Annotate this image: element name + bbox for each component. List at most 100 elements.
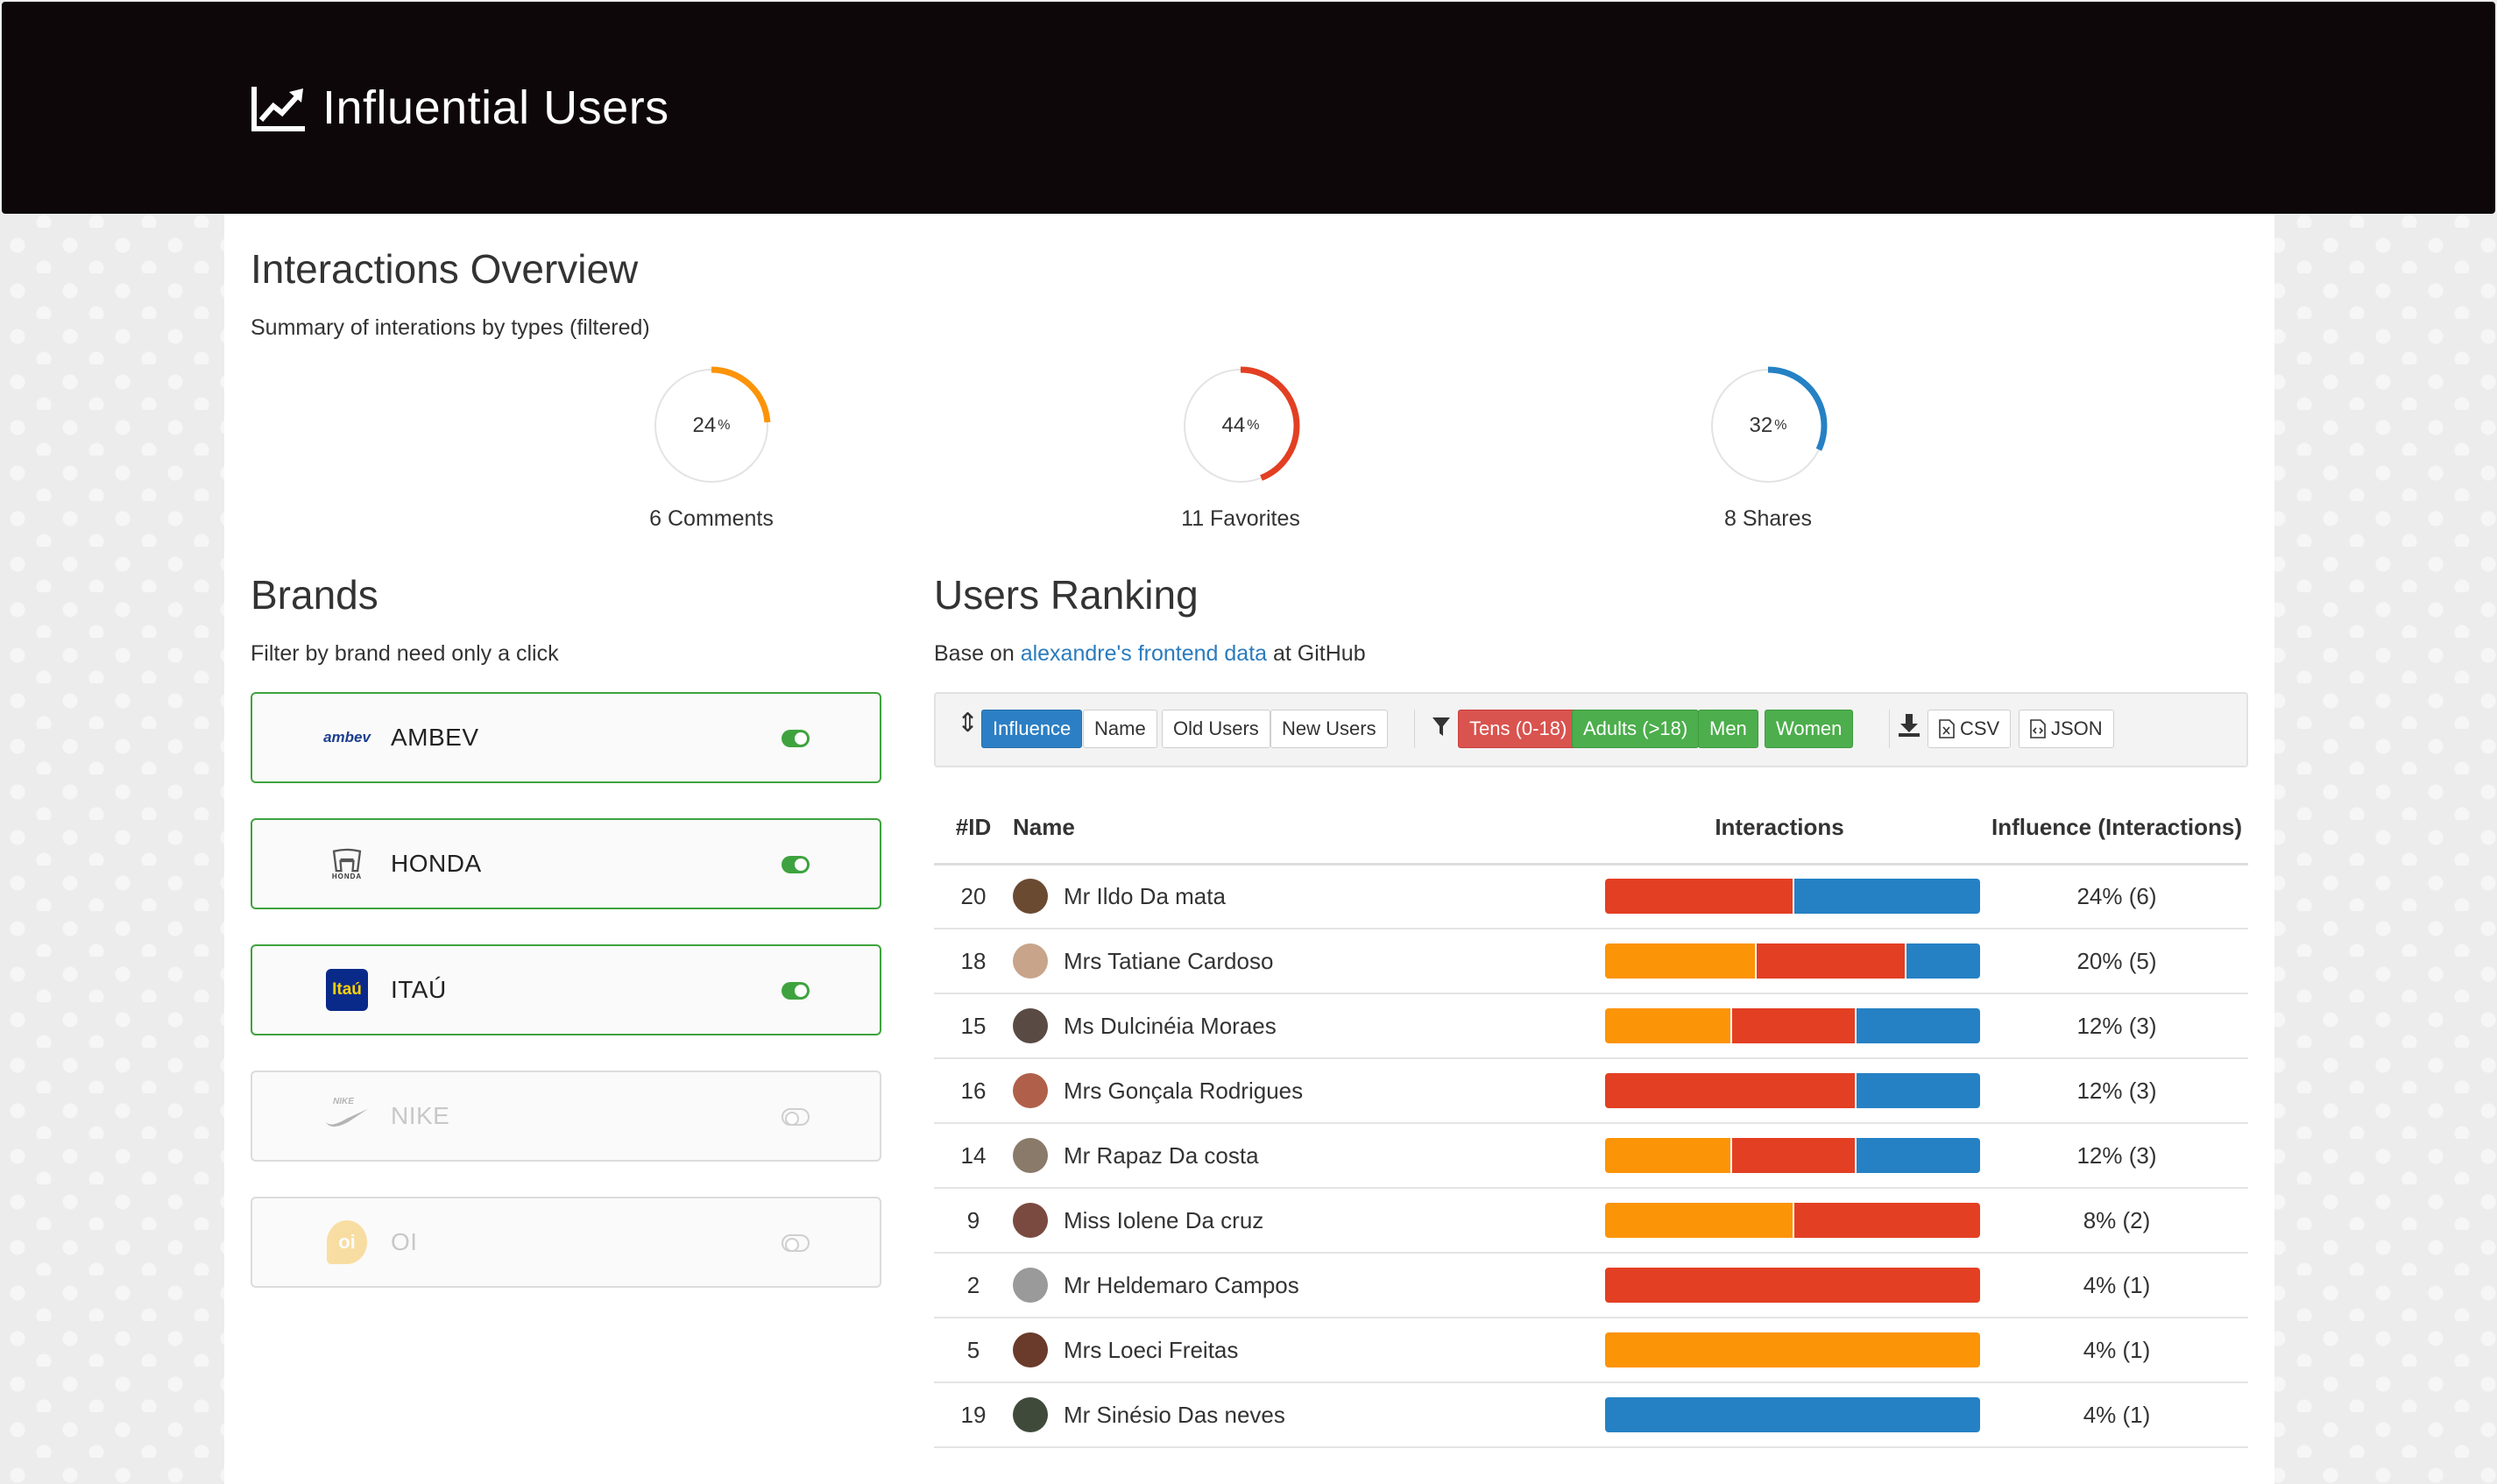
filter-adults-button[interactable]: Adults (>18) <box>1572 710 1700 748</box>
user-avatar <box>1013 1073 1048 1108</box>
bar-segment-comments <box>1605 943 1756 979</box>
ranking-subtitle: Base on alexandre's frontend data at Git… <box>934 641 1366 667</box>
col-influence-header[interactable]: Influence (Interactions) <box>1985 792 2248 866</box>
bar-segment-comments <box>1605 1332 1980 1367</box>
ranking-title: Users Ranking <box>934 572 1199 618</box>
table-row[interactable]: 5 Mrs Loeci Freitas 4% (1) <box>934 1318 2248 1383</box>
sort-name-button[interactable]: Name <box>1083 710 1157 748</box>
table-row[interactable]: 18 Mrs Tatiane Cardoso 20% (5) <box>934 929 2248 994</box>
cell-id: 2 <box>934 1253 1013 1318</box>
bar-segment-favorites <box>1605 879 1793 915</box>
cell-name: Mr Heldemaro Campos <box>1013 1253 1574 1318</box>
interactions-bar <box>1605 1332 1980 1367</box>
cell-interactions <box>1574 1253 1985 1318</box>
bar-segment-favorites <box>1605 1073 1856 1108</box>
user-avatar <box>1013 1203 1048 1238</box>
col-name-header[interactable]: Name <box>1013 792 1574 866</box>
cell-influence: 12% (3) <box>1985 1123 2248 1189</box>
export-json-button[interactable]: JSON <box>2019 710 2114 748</box>
user-avatar <box>1013 1397 1048 1432</box>
gauge-percent: 44% <box>1221 413 1260 437</box>
user-name: Mr Ildo Da mata <box>1064 882 1226 909</box>
cell-interactions <box>1574 1058 1985 1124</box>
user-name: Mr Heldemaro Campos <box>1064 1271 1299 1298</box>
sort-influence-button[interactable]: Influence <box>981 710 1083 748</box>
user-name: Mr Sinésio Das neves <box>1064 1401 1285 1428</box>
brand-card-nike[interactable]: NIKE NIKE <box>251 1071 881 1162</box>
filter-men-button[interactable]: Men <box>1698 710 1758 748</box>
cell-interactions <box>1574 864 1985 929</box>
filter-tens-button[interactable]: Tens (0-18) <box>1458 710 1579 748</box>
table-row[interactable]: 19 Mr Sinésio Das neves 4% (1) <box>934 1382 2248 1448</box>
cell-influence: 24% (6) <box>1985 864 2248 929</box>
table-row[interactable]: 14 Mr Rapaz Da costa 12% (3) <box>934 1123 2248 1189</box>
table-row[interactable]: 16 Mrs Gonçala Rodrigues 12% (3) <box>934 1058 2248 1124</box>
itau-logo: Itaú <box>321 967 373 1013</box>
brand-name: ITAÚ <box>391 976 447 1003</box>
interactions-bar <box>1605 1268 1980 1303</box>
table-row[interactable]: 15 Ms Dulcinéia Moraes 12% (3) <box>934 993 2248 1059</box>
brand-card-honda[interactable]: HONDA HONDA <box>251 818 881 909</box>
overview-title: Interactions Overview <box>251 246 639 292</box>
gauge-percent: 24% <box>692 413 731 437</box>
cell-name: Miss Iolene Da cruz <box>1013 1188 1574 1254</box>
brands-title: Brands <box>251 572 378 618</box>
brand-toggle[interactable] <box>782 982 810 1000</box>
interactions-bar <box>1605 1397 1980 1432</box>
user-name: Mr Rapaz Da costa <box>1064 1141 1259 1169</box>
frontend-data-link[interactable]: alexandre's frontend data <box>1021 641 1267 666</box>
brand-name: HONDA <box>391 850 482 877</box>
cell-id: 15 <box>934 993 1013 1059</box>
gauge-comments: 24% <box>650 364 773 487</box>
brand-toggle[interactable] <box>782 856 810 873</box>
sort-new-users-button[interactable]: New Users <box>1270 710 1388 748</box>
top-bar: Influential Users <box>2 2 2495 214</box>
cell-interactions <box>1574 993 1985 1059</box>
ranking-toolbar: ⇕ Influence Name Old Users New Users Ten… <box>934 692 2248 767</box>
honda-h-icon <box>332 848 362 872</box>
table-row[interactable]: 2 Mr Heldemaro Campos 4% (1) <box>934 1253 2248 1318</box>
export-csv-label: CSV <box>1960 717 2000 739</box>
cell-name: Mr Sinésio Das neves <box>1013 1382 1574 1448</box>
honda-logo: HONDA <box>321 841 373 887</box>
brand-toggle[interactable] <box>782 730 810 747</box>
cell-interactions <box>1574 1188 1985 1254</box>
brand-card-oi[interactable]: oi OI <box>251 1197 881 1288</box>
col-id-header[interactable]: #ID <box>934 792 1013 866</box>
gauge-label-shares: 8 Shares <box>1723 506 1813 531</box>
sort-old-users-button[interactable]: Old Users <box>1162 710 1270 748</box>
cell-name: Ms Dulcinéia Moraes <box>1013 993 1574 1059</box>
download-icon <box>1899 714 1920 737</box>
brand-card-ambev[interactable]: ambev AMBEV <box>251 692 881 783</box>
cell-interactions <box>1574 929 1985 994</box>
export-csv-button[interactable]: CSV <box>1928 710 2012 748</box>
user-avatar <box>1013 1268 1048 1303</box>
bar-segment-favorites <box>1730 1138 1856 1173</box>
brand-name: NIKE <box>391 1102 450 1129</box>
brand-toggle[interactable] <box>782 1108 810 1126</box>
brand-card-itau[interactable]: Itaú ITAÚ <box>251 944 881 1035</box>
bar-segment-favorites <box>1605 1268 1980 1303</box>
table-row[interactable]: 9 Miss Iolene Da cruz 8% (2) <box>934 1188 2248 1254</box>
user-avatar <box>1013 1138 1048 1173</box>
bar-segment-shares <box>1855 1138 1980 1173</box>
table-row[interactable]: 20 Mr Ildo Da mata 24% (6) <box>934 864 2248 929</box>
filter-icon <box>1432 717 1450 736</box>
bar-segment-shares <box>1855 1073 1980 1108</box>
filter-women-button[interactable]: Women <box>1765 710 1854 748</box>
col-interactions-header[interactable]: Interactions <box>1574 792 1985 866</box>
brand-toggle[interactable] <box>782 1234 810 1252</box>
bar-segment-shares <box>1855 1008 1980 1043</box>
user-avatar <box>1013 879 1048 915</box>
interactions-bar <box>1605 1073 1980 1108</box>
cell-influence: 20% (5) <box>1985 929 2248 994</box>
cell-id: 20 <box>934 864 1013 929</box>
overview-subtitle: Summary of interations by types (filtere… <box>251 315 650 340</box>
toolbar-separator <box>1889 710 1890 748</box>
ambev-logo: ambev <box>323 729 371 746</box>
user-avatar <box>1013 943 1048 979</box>
app-title: Influential Users <box>251 75 669 140</box>
user-name: Mrs Loeci Freitas <box>1064 1336 1239 1363</box>
gauge-label-favorites: 11 Favorites <box>1181 506 1300 531</box>
gauge-favorites: 44% <box>1179 364 1302 487</box>
